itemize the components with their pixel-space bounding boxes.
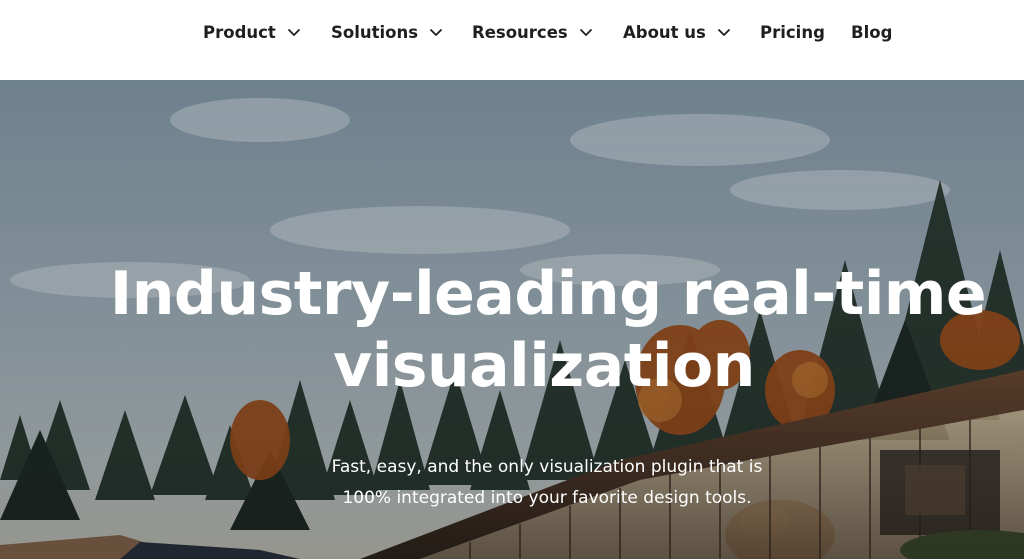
nav-item-about-us[interactable]: About us <box>623 18 732 46</box>
top-navigation: Product Solutions Resources About us Pri… <box>0 0 1024 80</box>
nav-item-label: Resources <box>472 22 568 42</box>
chevron-down-icon <box>716 24 732 40</box>
chevron-down-icon <box>428 24 444 40</box>
nav-item-label: Product <box>203 22 276 42</box>
nav-item-label: Solutions <box>331 22 419 42</box>
hero-subtitle-line: 100% integrated into your favorite desig… <box>342 488 752 508</box>
nav-item-pricing[interactable]: Pricing <box>760 18 825 46</box>
hero-title-line: visualization <box>333 331 755 401</box>
nav-item-label: Blog <box>851 22 893 42</box>
nav-item-label: About us <box>623 22 706 42</box>
chevron-down-icon <box>578 24 594 40</box>
hero-subtitle-line: Fast, easy, and the only visualization p… <box>331 457 763 477</box>
nav-item-label: Pricing <box>760 22 825 42</box>
hero-subtitle: Fast, easy, and the only visualization p… <box>237 452 857 514</box>
nav-item-resources[interactable]: Resources <box>472 18 594 46</box>
hero-section: Industry-leading real-time visualization… <box>0 80 1024 559</box>
nav-item-solutions[interactable]: Solutions <box>331 18 444 46</box>
hero-title: Industry-leading real-time visualization <box>0 258 1024 402</box>
chevron-down-icon <box>286 24 302 40</box>
hero-title-line: Industry-leading real-time <box>109 259 987 329</box>
nav-item-product[interactable]: Product <box>203 18 302 46</box>
nav-item-blog[interactable]: Blog <box>851 18 892 46</box>
